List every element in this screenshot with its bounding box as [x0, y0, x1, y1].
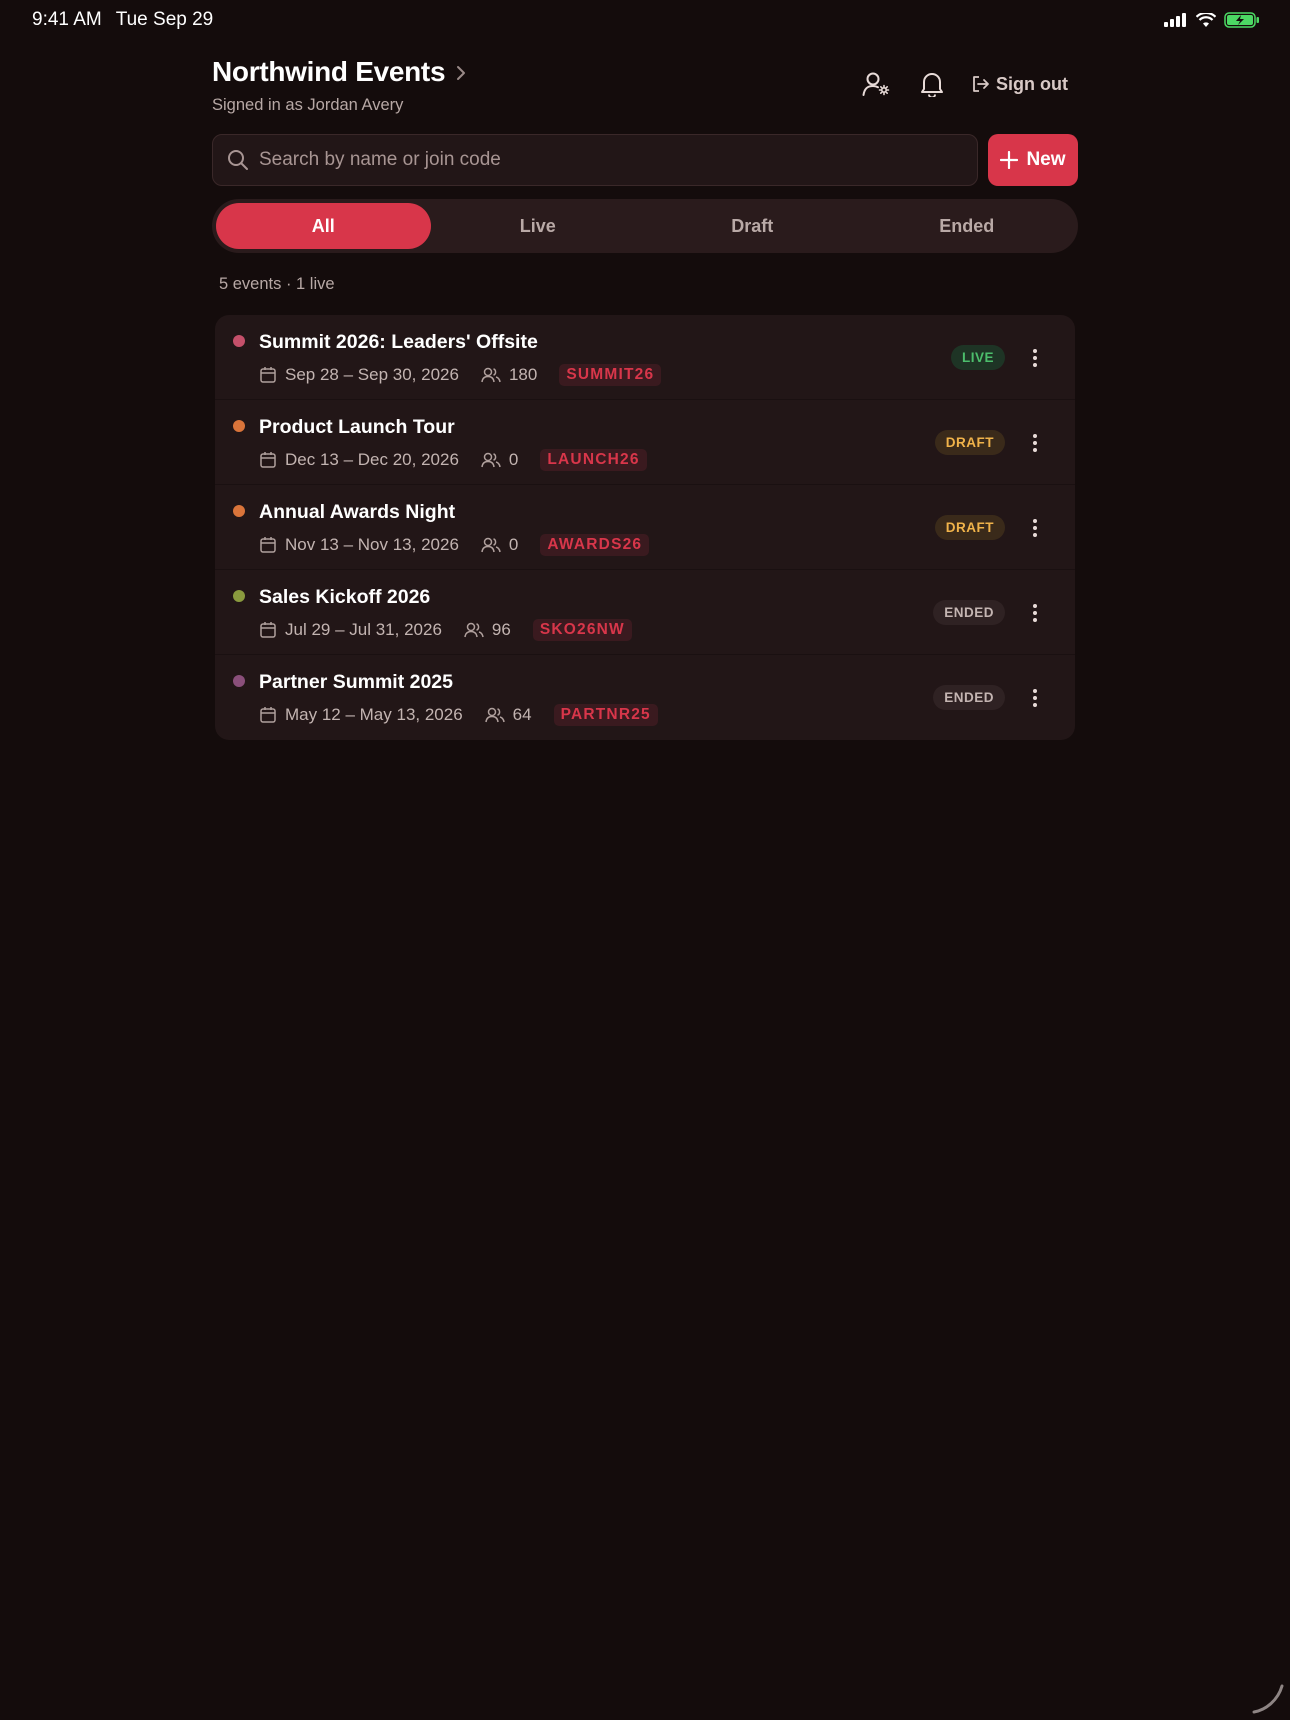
calendar-icon	[260, 367, 276, 383]
event-title: Annual Awards Night	[259, 501, 456, 523]
search-row: New	[212, 134, 1078, 186]
users-icon	[484, 707, 505, 723]
event-color-dot	[233, 420, 245, 432]
event-attendees: 180	[508, 365, 538, 384]
signal-icon	[1164, 13, 1186, 27]
status-time: 9:41 AM	[32, 9, 102, 30]
tab-ended[interactable]: Ended	[860, 203, 1075, 249]
more-vertical-icon	[1033, 518, 1037, 537]
row-menu-button[interactable]	[1025, 683, 1045, 713]
sign-out-icon	[973, 76, 989, 92]
join-code[interactable]: SKO26NW	[532, 619, 632, 641]
row-menu-button[interactable]	[1025, 428, 1045, 458]
users-icon	[481, 452, 501, 468]
row-menu-button[interactable]	[1025, 598, 1045, 628]
row-menu-button[interactable]	[1025, 513, 1045, 543]
events-summary: 5 events · 1 live	[219, 275, 335, 293]
status-badge: LIVE	[950, 345, 1005, 370]
page-title: Northwind Events	[212, 56, 446, 87]
status-badge: DRAFT	[934, 430, 1005, 455]
event-color-dot	[233, 505, 245, 517]
more-vertical-icon	[1033, 348, 1037, 367]
chevron-right-icon	[455, 65, 467, 81]
more-vertical-icon	[1033, 603, 1037, 622]
status-badge: ENDED	[933, 600, 1005, 625]
event-attendees: 96	[491, 620, 511, 639]
sign-out-button[interactable]: Sign out	[972, 74, 1068, 95]
tab-all[interactable]: All	[216, 203, 431, 249]
event-color-dot	[233, 590, 245, 602]
calendar-icon	[260, 707, 276, 723]
join-code[interactable]: AWARDS26	[540, 534, 650, 556]
status-date: Tue Sep 29	[115, 9, 214, 30]
resize-handle-icon	[1252, 1684, 1284, 1714]
bell-icon	[921, 73, 944, 97]
event-title: Partner Summit 2025	[259, 671, 454, 693]
event-attendees: 0	[508, 450, 519, 469]
users-icon	[464, 622, 484, 638]
new-button-label: New	[1026, 149, 1066, 170]
event-dates: Sep 28 – Sep 30, 2026	[285, 365, 459, 384]
event-title: Product Launch Tour	[259, 416, 455, 438]
event-attendees: 0	[508, 535, 519, 554]
table-row[interactable]: Partner Summit 2025 May 12 – May 13, 202…	[215, 655, 1075, 740]
search-box[interactable]	[212, 134, 978, 186]
wifi-icon	[1196, 12, 1216, 27]
notifications-button[interactable]	[916, 68, 948, 100]
events-list: Summit 2026: Leaders' Offsite Sep 28 – S…	[215, 315, 1075, 740]
event-color-dot	[233, 675, 245, 687]
calendar-icon	[260, 537, 276, 553]
workspace-switcher[interactable]: Northwind Events	[212, 56, 467, 88]
more-vertical-icon	[1033, 688, 1037, 707]
main-container: Northwind Events Signed in as Jordan Ave…	[212, 56, 1078, 740]
status-filter-tabs: All Live Draft Ended	[212, 199, 1078, 253]
more-vertical-icon	[1033, 433, 1037, 452]
row-menu-button[interactable]	[1025, 343, 1045, 373]
tab-draft[interactable]: Draft	[645, 203, 860, 249]
header: Northwind Events Signed in as Jordan Ave…	[212, 56, 1078, 120]
join-code[interactable]: SUMMIT26	[559, 364, 662, 386]
battery-icon	[1224, 12, 1259, 28]
status-bar: 9:41 AM Tue Sep 29	[0, 0, 1290, 40]
account-settings-button[interactable]	[860, 68, 892, 100]
tab-live[interactable]: Live	[431, 203, 646, 249]
table-row[interactable]: Annual Awards Night Nov 13 – Nov 13, 202…	[215, 485, 1075, 570]
event-dates: Dec 13 – Dec 20, 2026	[285, 450, 459, 469]
event-title: Summit 2026: Leaders' Offsite	[259, 331, 538, 353]
event-title: Sales Kickoff 2026	[259, 586, 431, 608]
search-icon	[228, 150, 248, 170]
user-gear-icon	[862, 72, 890, 96]
event-dates: Jul 29 – Jul 31, 2026	[285, 620, 442, 639]
status-badge: ENDED	[933, 685, 1005, 710]
search-input[interactable]	[259, 149, 963, 171]
event-dates: Nov 13 – Nov 13, 2026	[285, 535, 459, 554]
status-badge: DRAFT	[934, 515, 1005, 540]
table-row[interactable]: Summit 2026: Leaders' Offsite Sep 28 – S…	[215, 315, 1075, 400]
calendar-icon	[260, 622, 276, 638]
join-code[interactable]: PARTNR25	[553, 704, 658, 726]
calendar-icon	[260, 452, 276, 468]
event-color-dot	[233, 335, 245, 347]
signed-in-label: Signed in as Jordan Avery	[212, 96, 404, 114]
users-icon	[481, 367, 501, 383]
plus-icon	[1000, 151, 1019, 169]
table-row[interactable]: Sales Kickoff 2026 Jul 29 – Jul 31, 2026…	[215, 570, 1075, 655]
users-icon	[481, 537, 501, 553]
event-dates: May 12 – May 13, 2026	[285, 705, 463, 724]
join-code[interactable]: LAUNCH26	[540, 449, 647, 471]
sign-out-label: Sign out	[996, 73, 1068, 94]
table-row[interactable]: Product Launch Tour Dec 13 – Dec 20, 202…	[215, 400, 1075, 485]
new-event-button[interactable]: New	[988, 134, 1078, 186]
event-attendees: 64	[512, 705, 532, 724]
